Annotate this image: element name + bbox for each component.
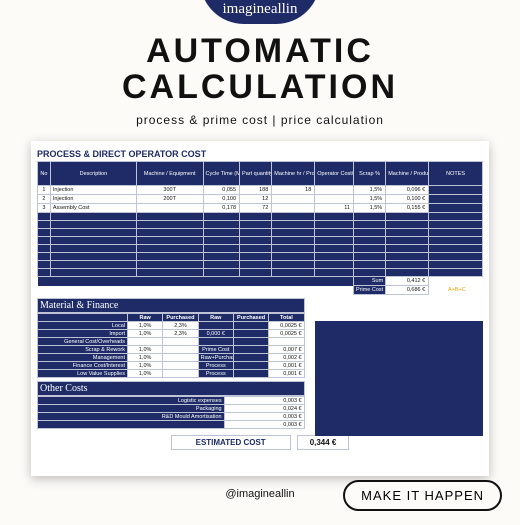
mat-hdr-purch: Purchased (163, 314, 198, 322)
other-row: Packaging0,024 € (38, 405, 305, 413)
table-row-empty (38, 237, 483, 245)
mat-row: Scrap & Rework1,0%Prime Cost0,007 € (38, 346, 305, 354)
mat-hdr-purch2: Purchased (233, 314, 268, 322)
other-costs-table: Logistic expenses0,003 €Packaging0,024 €… (37, 396, 305, 429)
other-section-title: Other Costs (37, 381, 305, 396)
hdr-scr: Scrap % (353, 162, 385, 186)
table-row-empty (38, 229, 483, 237)
blue-fill (315, 321, 483, 436)
sum-value: 0,412 € (386, 277, 429, 286)
hdr-desc: Description (50, 162, 136, 186)
process-cost-table: No Description Machine / Equipment Cycle… (37, 161, 483, 295)
other-row: 0,003 € (38, 421, 305, 429)
sum-row: Sum 0,412 € (38, 277, 483, 286)
mat-row: Management1,0%Raw+Purchased0,002 € (38, 354, 305, 362)
material-section-title: Material & Finance (37, 298, 305, 313)
hdr-mach: Machine / Equipment (136, 162, 203, 186)
spreadsheet-preview: PROCESS & DIRECT OPERATOR COST No Descri… (31, 141, 489, 476)
table-row-empty (38, 245, 483, 253)
prime-value: 0,686 € (386, 286, 429, 295)
hdr-note: NOTES (429, 162, 483, 186)
table-row-empty (38, 213, 483, 221)
table-row-empty (38, 261, 483, 269)
mat-hdr-raw2: Raw (198, 314, 233, 322)
estimate-row: ESTIMATED COST 0,344 € (37, 435, 483, 450)
hdr-ct: Cycle Time (Mn) (203, 162, 240, 186)
mat-row: Finance Cost/Interest1,0%Process0,001 € (38, 362, 305, 370)
mat-row: General Cost/Overheads (38, 338, 305, 346)
hdr-mhr: Machine hr / Production cost/Shr. (272, 162, 315, 186)
table-row-empty (38, 221, 483, 229)
table-row: 3Assembly Cost0,17872111,5%0,155 € (38, 204, 483, 213)
mat-hdr-raw: Raw (128, 314, 163, 322)
section-title: PROCESS & DIRECT OPERATOR COST (37, 149, 483, 159)
title-line-2: CALCULATION (122, 68, 398, 106)
other-row: R&D Mould Amortisation0,003 € (38, 413, 305, 421)
mat-row: Local1,0%2,3%0,0025 € (38, 322, 305, 330)
table-row-empty (38, 253, 483, 261)
brand-ribbon: imagineallin (200, 0, 320, 24)
cta-button[interactable]: MAKE IT HAPPEN (343, 480, 502, 511)
estimate-value: 0,344 € (297, 435, 350, 450)
mat-row: Low Value Supplies1,0%Process0,001 € (38, 370, 305, 378)
hdr-op: Operator Cost/Shr. (315, 162, 354, 186)
brand-name: imagineallin (223, 1, 298, 18)
table-row: 2Injection200T0,100121,5%0,100 € (38, 195, 483, 204)
prime-row: Prime Cost 0,686 € A+B+C (38, 286, 483, 295)
table-row-empty (38, 269, 483, 277)
page-title: AUTOMATIC CALCULATION (0, 34, 520, 105)
hdr-no: No (38, 162, 51, 186)
prime-label: Prime Cost (353, 286, 385, 295)
abc-note: A+B+C (446, 287, 466, 293)
page-subtitle: process & prime cost | price calculation (0, 113, 520, 127)
other-row: Logistic expenses0,003 € (38, 397, 305, 405)
hdr-mpc: Machine / Production Cost/P (386, 162, 429, 186)
mat-row: Import1,0%2,3%0,000 €0,0025 € (38, 330, 305, 338)
title-line-1: AUTOMATIC (146, 32, 374, 70)
table-row: 1Injection300T0,055188181,5%0,096 € (38, 186, 483, 195)
material-table: Raw Purchased Raw Purchased Total Local1… (37, 313, 305, 378)
mat-hdr-total: Total (269, 314, 304, 322)
hdr-pq: Part quantity Pc. (240, 162, 272, 186)
sum-label: Sum (353, 277, 385, 286)
page: imagineallin AUTOMATIC CALCULATION proce… (0, 0, 520, 525)
estimate-label: ESTIMATED COST (171, 435, 291, 450)
mat-header-row: Raw Purchased Raw Purchased Total (38, 314, 305, 322)
table-header-row: No Description Machine / Equipment Cycle… (38, 162, 483, 186)
